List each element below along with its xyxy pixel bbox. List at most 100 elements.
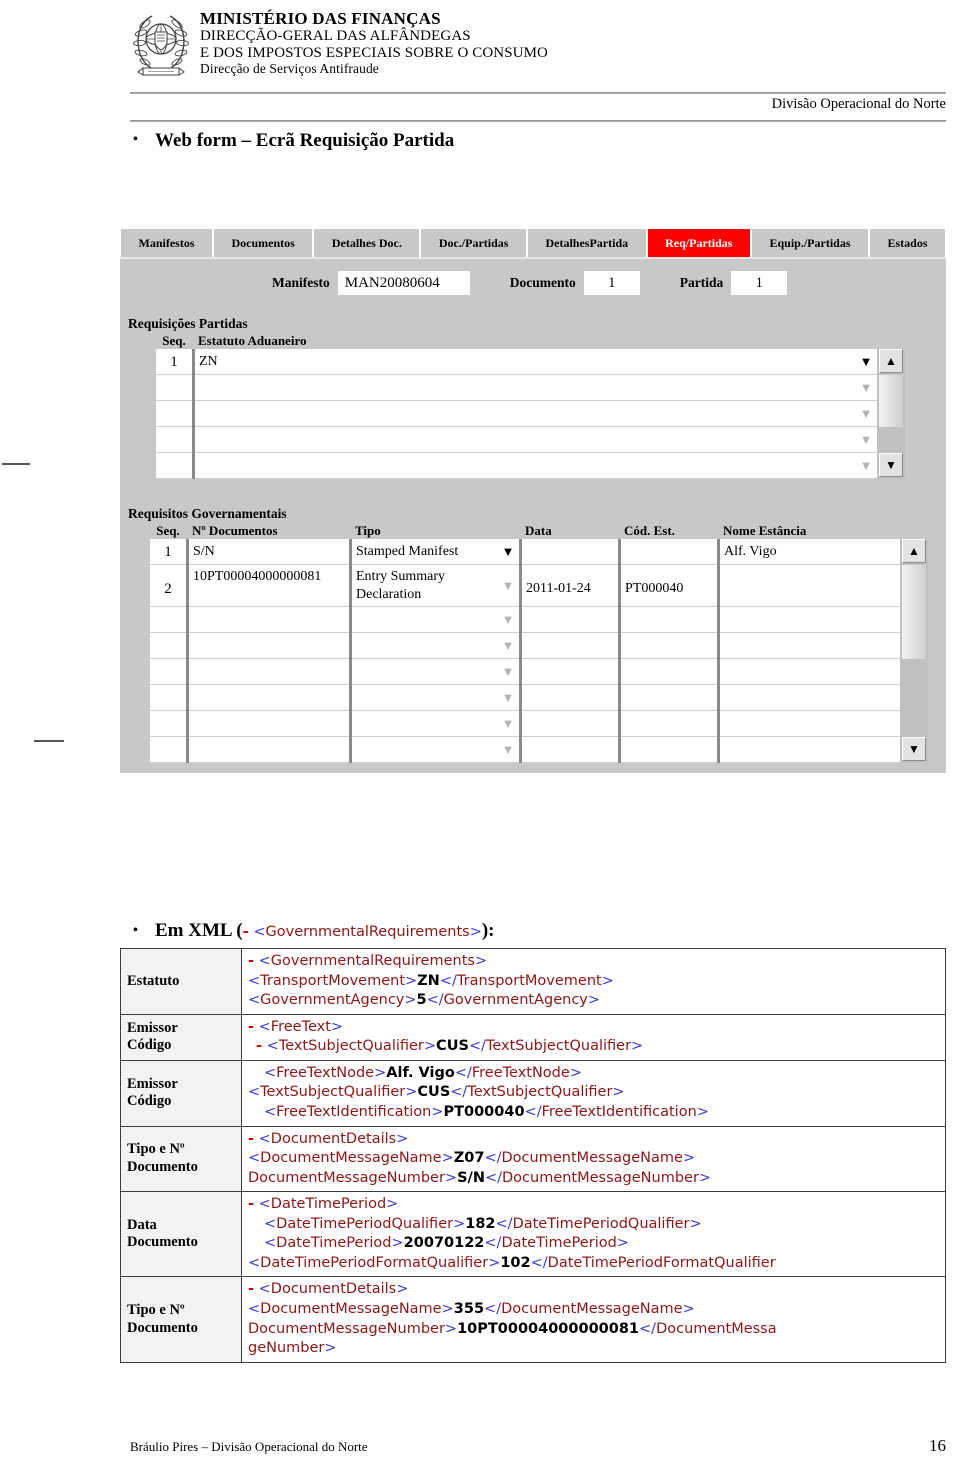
cell-data[interactable] xyxy=(522,685,618,711)
cell-tipo[interactable] xyxy=(352,737,497,763)
bullet-icon: • xyxy=(133,132,138,147)
tab-detalhes-partida[interactable]: DetalhesPartida xyxy=(526,228,647,257)
table-row[interactable]: ▼ xyxy=(120,607,946,633)
collapse-minus-icon[interactable]: - xyxy=(256,1038,262,1054)
tab-equip-partidas[interactable]: Equip./Partidas xyxy=(750,228,869,257)
cell-estatuto[interactable] xyxy=(195,427,855,453)
cell-data[interactable] xyxy=(522,711,618,737)
table-row[interactable]: ▼ xyxy=(120,659,946,685)
cell-num-documentos[interactable] xyxy=(189,659,349,685)
chevron-down-icon[interactable]: ▼ xyxy=(497,711,519,737)
tab-manifestos[interactable]: Manifestos xyxy=(120,228,213,257)
cell-nome-estancia[interactable] xyxy=(720,565,900,607)
collapse-minus-icon[interactable]: - xyxy=(248,1131,254,1147)
collapse-minus-icon[interactable]: - xyxy=(248,1019,254,1035)
cell-cod-est[interactable] xyxy=(621,711,717,737)
scroll-down-button[interactable]: ▼ xyxy=(879,453,903,477)
cell-estatuto[interactable] xyxy=(195,375,855,401)
collapse-minus-icon[interactable]: - xyxy=(248,1281,254,1297)
cell-data[interactable] xyxy=(522,737,618,763)
xml-section-heading: • Em XML (- <GovernmentalRequirements>): xyxy=(133,920,495,942)
cell-num-documentos[interactable]: S/N xyxy=(189,539,349,565)
cell-data[interactable] xyxy=(522,633,618,659)
collapse-minus-icon[interactable]: - xyxy=(243,924,249,940)
cell-tipo[interactable] xyxy=(352,633,497,659)
cell-data[interactable] xyxy=(522,607,618,633)
table-row[interactable]: ▼ ▼ xyxy=(120,453,946,479)
chevron-down-icon[interactable]: ▼ xyxy=(855,375,877,401)
partida-input[interactable]: 1 xyxy=(731,271,788,295)
cell-num-documentos[interactable]: 10PT00004000000081 xyxy=(189,565,349,607)
cell-num-documentos[interactable] xyxy=(189,607,349,633)
chevron-down-icon[interactable]: ▼ xyxy=(855,453,877,479)
cell-data[interactable] xyxy=(522,659,618,685)
cell-nome-estancia[interactable] xyxy=(720,737,900,763)
chevron-down-icon[interactable]: ▼ xyxy=(497,659,519,685)
cell-nome-estancia[interactable] xyxy=(720,685,900,711)
table-row[interactable]: ▼ xyxy=(120,711,946,737)
cell-data[interactable]: 2011-01-24 xyxy=(522,565,618,607)
cell-num-documentos[interactable] xyxy=(189,737,349,763)
scroll-up-button[interactable]: ▲ xyxy=(902,539,926,563)
cell-tipo[interactable] xyxy=(352,607,497,633)
cell-tipo[interactable] xyxy=(352,685,497,711)
cell-nome-estancia[interactable] xyxy=(720,607,900,633)
table-row[interactable]: 1 S/N Stamped Manifest ▼ Alf. Vigo ▲ xyxy=(120,539,946,565)
xml-row-tipo-num-documento-2: Tipo e Nº Documento - <DocumentDetails> <… xyxy=(120,1276,946,1363)
chevron-down-icon[interactable]: ▼ xyxy=(497,607,519,633)
cell-tipo[interactable] xyxy=(352,711,497,737)
cell-estatuto[interactable] xyxy=(195,401,855,427)
cell-tipo[interactable] xyxy=(352,659,497,685)
table-row[interactable]: 1 ZN ▼ ▲ xyxy=(120,349,946,375)
cell-num-documentos[interactable] xyxy=(189,633,349,659)
cell-estatuto[interactable] xyxy=(195,453,855,479)
tab-detalhes-doc[interactable]: Detalhes Doc. xyxy=(313,228,421,257)
documento-input[interactable]: 1 xyxy=(583,271,640,295)
tab-estados[interactable]: Estados xyxy=(869,228,947,257)
collapse-minus-icon[interactable]: - xyxy=(248,1196,254,1212)
cell-nome-estancia[interactable] xyxy=(720,659,900,685)
cell-nome-estancia[interactable]: Alf. Vigo xyxy=(720,539,900,565)
cell-estatuto[interactable]: ZN xyxy=(195,349,855,375)
cell-nome-estancia[interactable] xyxy=(720,633,900,659)
table-row[interactable]: ▼ xyxy=(120,401,946,427)
cell-cod-est[interactable] xyxy=(621,633,717,659)
tab-doc-partidas[interactable]: Doc./Partidas xyxy=(420,228,527,257)
table-row[interactable]: ▼ ▼ xyxy=(120,737,946,763)
cell-cod-est[interactable]: PT000040 xyxy=(621,565,717,607)
cell-tipo[interactable]: Stamped Manifest xyxy=(352,539,497,565)
scroll-down-button[interactable]: ▼ xyxy=(902,737,926,761)
xml-heading-prefix: Em XML ( xyxy=(155,920,243,941)
cell-cod-est[interactable] xyxy=(621,685,717,711)
chevron-down-icon[interactable]: ▼ xyxy=(855,401,877,427)
cell-cod-est[interactable] xyxy=(621,539,717,565)
cell-num-documentos[interactable] xyxy=(189,685,349,711)
cell-seq xyxy=(156,375,192,401)
cell-cod-est[interactable] xyxy=(621,607,717,633)
cell-seq xyxy=(150,711,186,737)
chevron-down-icon[interactable]: ▼ xyxy=(497,737,519,763)
cell-nome-estancia[interactable] xyxy=(720,711,900,737)
chevron-down-icon[interactable]: ▼ xyxy=(497,633,519,659)
cell-cod-est[interactable] xyxy=(621,737,717,763)
chevron-down-icon[interactable]: ▼ xyxy=(855,349,877,375)
cell-data[interactable] xyxy=(522,539,618,565)
table-row[interactable]: ▼ xyxy=(120,427,946,453)
chevron-down-icon[interactable]: ▼ xyxy=(497,539,519,565)
table-row[interactable]: ▼ xyxy=(120,633,946,659)
tab-req-partidas[interactable]: Req/Partidas xyxy=(646,228,751,257)
table-row[interactable]: ▼ xyxy=(120,685,946,711)
manifesto-input[interactable]: MAN20080604 xyxy=(337,271,470,295)
table-row[interactable]: 2 10PT00004000000081 Entry Summary Decla… xyxy=(120,565,946,607)
table-row[interactable]: ▼ xyxy=(120,375,946,401)
scroll-up-button[interactable]: ▲ xyxy=(879,349,903,373)
chevron-down-icon[interactable]: ▼ xyxy=(855,427,877,453)
tab-documentos[interactable]: Documentos xyxy=(213,228,314,257)
collapse-minus-icon[interactable]: - xyxy=(248,953,254,969)
chevron-down-icon[interactable]: ▼ xyxy=(497,565,519,607)
cell-tipo[interactable]: Entry Summary Declaration xyxy=(352,565,497,607)
col-estatuto-aduaneiro: Estatuto Aduaneiro xyxy=(198,333,307,348)
cell-num-documentos[interactable] xyxy=(189,711,349,737)
chevron-down-icon[interactable]: ▼ xyxy=(497,685,519,711)
cell-cod-est[interactable] xyxy=(621,659,717,685)
